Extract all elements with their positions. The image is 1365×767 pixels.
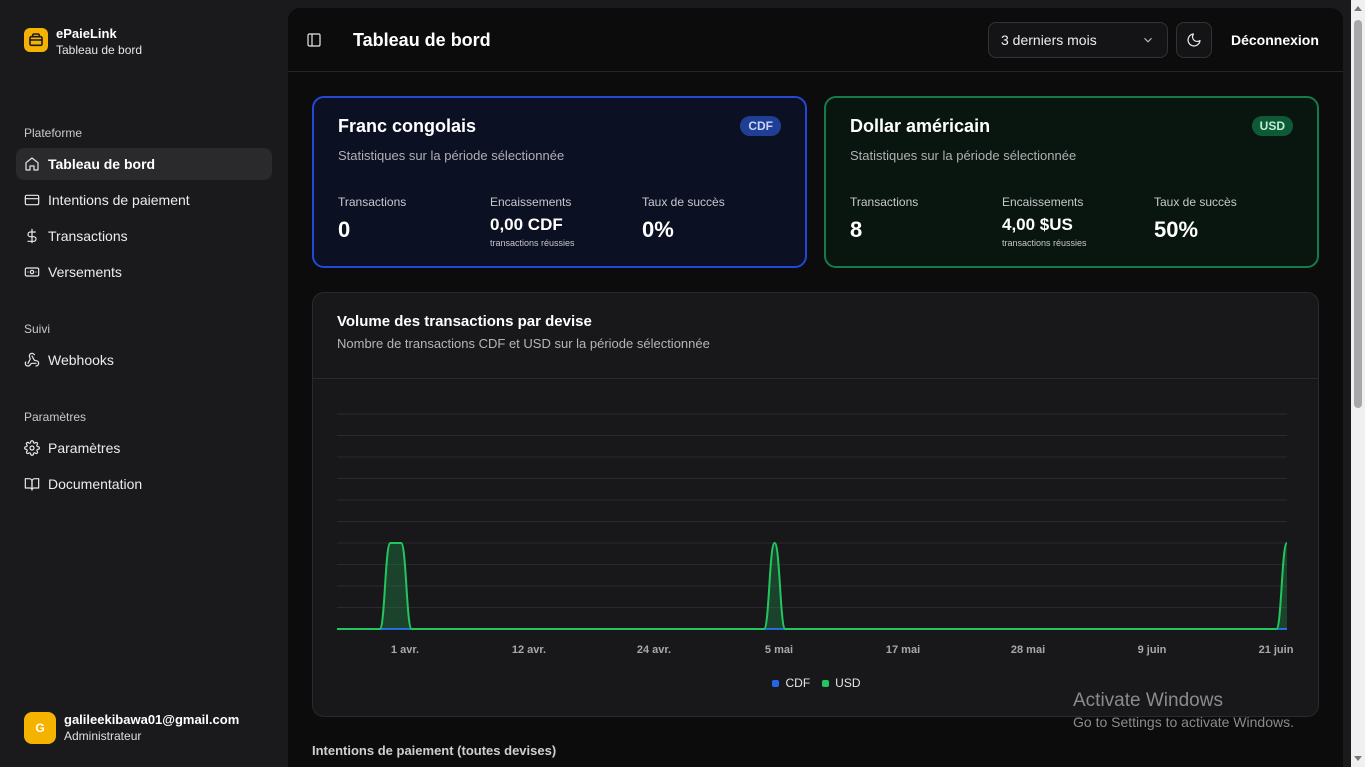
sidebar-toggle-icon[interactable] [306,32,322,48]
logout-button[interactable]: Déconnexion [1231,32,1319,48]
brand-subtitle: Tableau de bord [56,43,143,57]
period-select[interactable]: 3 derniers mois [988,22,1168,58]
chart-subtitle: Nombre de transactions CDF et USD sur la… [337,336,710,351]
sidebar-item-label: Documentation [48,476,143,492]
currency-badge: USD [1251,116,1293,136]
currency-card-usd: Dollar américain USD Statistiques sur la… [824,96,1319,268]
page-scrollbar[interactable] [1351,0,1365,767]
stat-collections: Encaissements 0,00 CDF transactions réus… [490,195,575,248]
sidebar-item-label: Transactions [48,228,128,244]
moon-icon [1187,33,1201,47]
stat-label: Encaissements [1002,195,1084,209]
stat-transactions: Transactions 8 [850,195,918,243]
stat-label: Encaissements [490,195,572,209]
stat-success-rate: Taux de succès 0% [642,195,725,243]
card-title: Dollar américain [850,116,991,136]
x-tick-label: 5 mai [765,644,793,656]
user-role: Administrateur [64,729,142,743]
sidebar-item-label: Webhooks [48,352,114,368]
sidebar: ePaieLink Tableau de bord Plateforme Tab… [0,0,288,767]
stat-value: 0% [642,217,674,242]
scroll-up-arrow-icon[interactable] [1354,6,1362,11]
chart-title: Volume des transactions par devise [337,313,592,330]
chart-plot[interactable]: 1 avr. 12 avr. 24 avr. 5 mai 17 mai 28 mai 9 j… [313,379,1320,673]
brand-logo-icon [24,28,48,52]
stat-note: transactions réussies [490,238,575,248]
stat-label: Transactions [338,195,407,209]
card-subtitle: Statistiques sur la période sélectionnée [338,148,565,163]
sidebar-item-label: Versements [48,264,122,280]
section-label-suivi: Suivi [24,322,51,336]
user-email: galileekibawa01@gmail.com [64,712,240,727]
header: Tableau de bord 3 derniers mois Déconnex… [288,8,1343,72]
chevron-down-icon [1144,37,1152,43]
card-title: Franc congolais [338,116,477,136]
stat-label: Taux de succès [642,195,725,209]
sidebar-item-label: Intentions de paiement [48,192,190,208]
x-tick-label: 17 mai [886,644,920,656]
legend-swatch [772,679,780,687]
stat-value: 0,00 CDF [490,215,563,234]
scroll-down-arrow-icon[interactable] [1354,756,1362,761]
webhook-icon [24,352,40,368]
stat-label: Transactions [850,195,919,209]
legend-swatch [822,679,830,687]
sidebar-item-webhooks[interactable]: Webhooks [16,344,272,376]
legend-item-cdf[interactable]: CDF [772,676,810,690]
card-subtitle: Statistiques sur la période sélectionnée [850,148,1077,163]
sidebar-item-payouts[interactable]: Versements [16,256,272,288]
sidebar-item-label: Tableau de bord [48,156,156,172]
legend-item-usd[interactable]: USD [822,676,861,690]
stat-note: transactions réussies [1002,238,1087,248]
x-tick-label: 9 juin [1138,644,1167,656]
windows-activation-watermark: Activate Windows Go to Settings to activ… [1073,690,1294,730]
currency-card-cdf: Franc congolais CDF Statistiques sur la … [312,96,807,268]
stat-label: Taux de succès [1154,195,1237,209]
gear-icon [24,440,40,456]
dollar-icon [24,228,40,244]
x-tick-label: 12 avr. [512,644,546,656]
x-tick-label: 28 mai [1011,644,1045,656]
stat-value: 8 [850,217,863,242]
banknote-icon [24,264,40,280]
legend-label: CDF [785,676,811,690]
sidebar-item-dashboard[interactable]: Tableau de bord [16,148,272,180]
period-select-value: 3 derniers mois [1001,32,1097,48]
main-panel: Tableau de bord 3 derniers mois Déconnex… [288,8,1343,767]
stat-value: 0 [338,217,351,242]
watermark-title: Activate Windows [1073,690,1223,711]
watermark-subtitle: Go to Settings to activate Windows. [1073,714,1294,730]
page-title: Tableau de bord [353,30,491,50]
section-label-parametres: Paramètres [24,410,87,424]
credit-card-icon [24,192,40,208]
chart-header: Volume des transactions par devise Nombr… [313,293,1318,379]
stat-transactions: Transactions 0 [338,195,406,243]
home-icon [24,156,40,172]
sidebar-item-payment-intents[interactable]: Intentions de paiement [16,184,272,216]
sidebar-item-documentation[interactable]: Documentation [16,468,272,500]
stat-value: 50% [1154,217,1199,242]
scrollbar-thumb[interactable] [1354,20,1362,408]
currency-badge: CDF [740,116,781,136]
sidebar-item-settings[interactable]: Paramètres [16,432,272,464]
book-icon [24,476,40,492]
theme-toggle-button[interactable] [1176,22,1212,58]
stat-value: 4,00 $US [1002,215,1073,234]
section-label-plateforme: Plateforme [24,126,83,140]
brand-name: ePaieLink [56,26,117,41]
x-tick-label: 21 juin [1259,644,1294,656]
section-title-payment-intents: Intentions de paiement (toutes devises) [312,743,557,758]
avatar: G [24,711,56,744]
sidebar-item-label: Paramètres [48,440,121,456]
legend-label: USD [835,676,861,690]
brand[interactable]: ePaieLink Tableau de bord [24,26,142,58]
chart-legend: CDF USD [313,676,1320,690]
stat-success-rate: Taux de succès 50% [1154,195,1237,243]
user-menu[interactable]: G galileekibawa01@gmail.com Administrate… [24,711,239,744]
sidebar-item-transactions[interactable]: Transactions [16,220,272,252]
x-tick-label: 24 avr. [637,644,671,656]
x-tick-label: 1 avr. [391,644,419,656]
transactions-chart-card: Volume des transactions par devise Nombr… [312,292,1319,717]
stat-collections: Encaissements 4,00 $US transactions réus… [1002,195,1087,248]
